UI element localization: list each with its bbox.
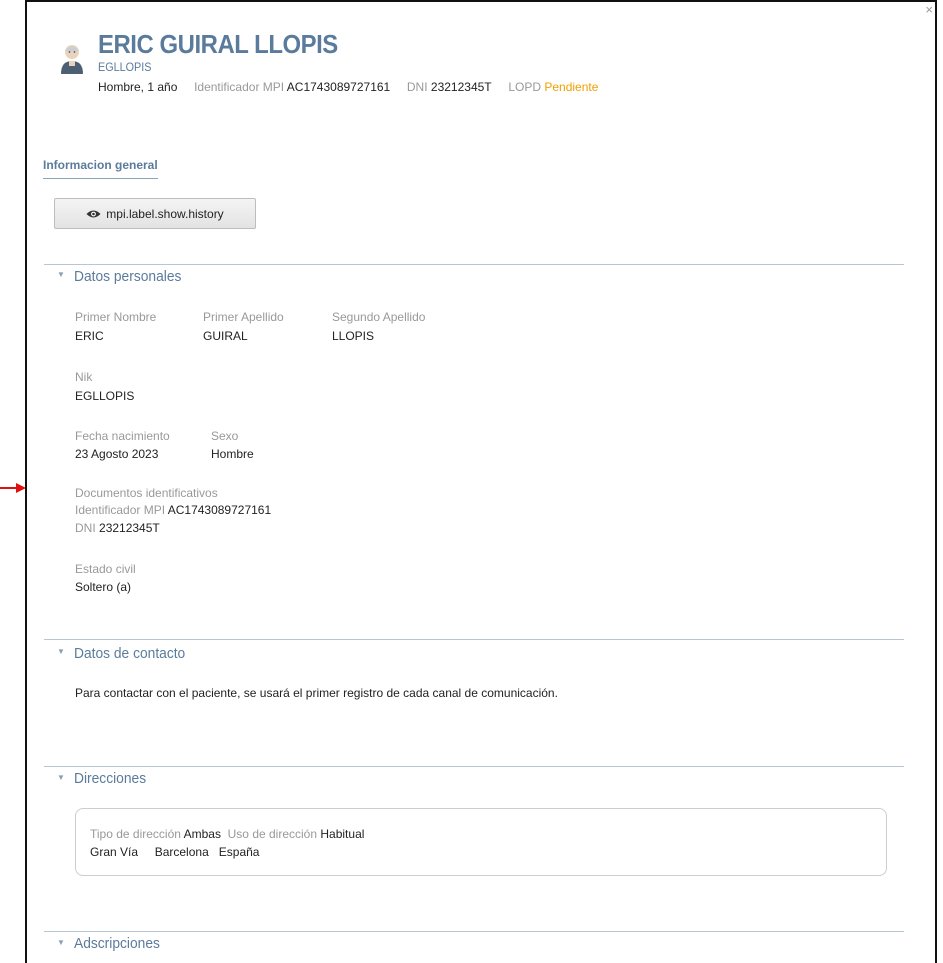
doc-mpi-value: AC1743089727161	[167, 503, 272, 517]
mpi-value: AC1743089727161	[286, 80, 391, 94]
nik-label: Nik	[75, 370, 93, 384]
address-use-value: Habitual	[320, 827, 365, 841]
address-type-label: Tipo de dirección	[90, 827, 181, 841]
section-title-personal[interactable]: Datos personales	[74, 268, 181, 285]
surname1-value: GUIRAL	[203, 329, 248, 343]
section-divider-personal	[44, 264, 904, 265]
section-title-adscriptions[interactable]: Adscripciones	[74, 935, 160, 952]
collapse-triangle-icon[interactable]: ▼	[57, 647, 65, 656]
address-country: España	[218, 845, 260, 859]
doc-mpi-label: Identificador MPI	[75, 503, 166, 517]
address-type-line: Tipo de dirección Ambas Uso de dirección…	[90, 827, 364, 841]
collapse-triangle-icon[interactable]: ▼	[57, 938, 65, 947]
address-street: Gran Vía	[90, 845, 139, 859]
patient-detail-panel: × ERIC GUIRAL LLOPIS EGLLOPIS Hombre, 1 …	[25, 0, 937, 963]
address-card: Tipo de dirección Ambas Uso de dirección…	[75, 808, 887, 876]
address-use-label: Uso de dirección	[227, 827, 318, 841]
doc-dni-label: DNI	[75, 521, 96, 535]
civil-status-label: Estado civil	[75, 562, 136, 576]
lopd-label: LOPD	[508, 80, 541, 94]
collapse-triangle-icon[interactable]: ▼	[57, 773, 65, 782]
nik-value: EGLLOPIS	[75, 389, 135, 403]
documents-mpi: Identificador MPI AC1743089727161	[75, 503, 271, 517]
sex-value: Hombre	[211, 447, 254, 461]
section-divider-contact	[44, 639, 904, 640]
civil-status-value: Soltero (a)	[75, 580, 132, 594]
address-type-value: Ambas	[183, 827, 221, 841]
birth-date-value: 23 Agosto 2023	[75, 447, 159, 461]
close-icon[interactable]: ×	[925, 3, 933, 16]
dni-value: 23212345T	[430, 80, 492, 94]
birth-date-label: Fecha nacimiento	[75, 429, 170, 443]
mpi-label: Identificador MPI	[194, 80, 285, 94]
tab-informacion-general[interactable]: Informacion general	[43, 158, 158, 179]
dni-label: DNI	[406, 80, 428, 94]
gender-age: Hombre, 1 año	[98, 80, 178, 94]
address-city: Barcelona	[154, 845, 209, 859]
show-history-button[interactable]: mpi.label.show.history	[54, 198, 256, 229]
eye-icon	[86, 210, 101, 217]
surname1-label: Primer Apellido	[203, 310, 284, 324]
section-title-contact[interactable]: Datos de contacto	[74, 645, 185, 662]
patient-name: ERIC GUIRAL LLOPIS	[98, 29, 338, 59]
first-name-label: Primer Nombre	[75, 310, 157, 324]
patient-nik: EGLLOPIS	[98, 60, 152, 74]
surname2-label: Segundo Apellido	[332, 310, 426, 324]
surname2-value: LLOPIS	[332, 329, 375, 343]
sex-label: Sexo	[211, 429, 239, 443]
doc-dni-value: 23212345T	[99, 521, 160, 535]
documents-dni: DNI 23212345T	[75, 521, 160, 535]
section-divider-adscriptions	[44, 931, 904, 932]
section-title-addresses[interactable]: Direcciones	[74, 770, 146, 787]
patient-summary: Hombre, 1 año Identificador MPI AC174308…	[98, 80, 598, 94]
show-history-label: mpi.label.show.history	[106, 206, 224, 221]
patient-avatar-icon	[61, 45, 83, 74]
collapse-triangle-icon[interactable]: ▼	[57, 270, 65, 279]
address-line: Gran Vía Barcelona España	[90, 845, 259, 859]
lopd-status-badge: Pendiente	[544, 80, 599, 94]
documents-label: Documentos identificativos	[75, 486, 218, 500]
red-arrow-pointer	[0, 483, 26, 493]
section-divider-addresses	[44, 766, 904, 767]
contact-note: Para contactar con el paciente, se usará…	[75, 686, 558, 700]
first-name-value: ERIC	[75, 329, 104, 343]
